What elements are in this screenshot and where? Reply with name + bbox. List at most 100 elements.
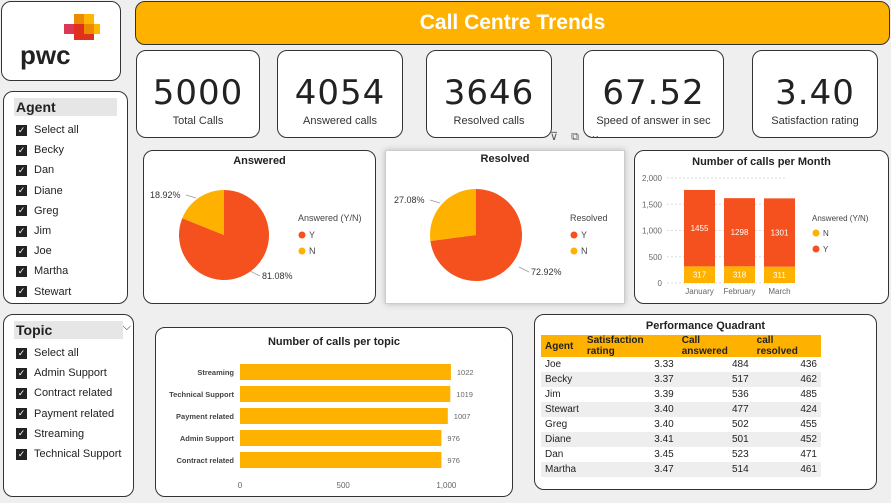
slicer-item-label: Admin Support [34,367,107,380]
checkbox-checked-icon[interactable]: ✓ [16,286,27,298]
table-cell: 436 [800,359,817,370]
table-cell: 452 [752,432,821,447]
table-cell: 536 [731,389,749,400]
visual-header-icons[interactable]: ⊽ ⧉ ⋯ [550,130,599,144]
table-header-cell[interactable]: Agent [541,335,583,357]
checkbox-checked-icon[interactable]: ✓ [16,347,27,359]
checkbox-checked-icon[interactable]: ✓ [16,387,27,399]
checkbox-checked-icon[interactable]: ✓ [16,408,27,420]
checkbox-checked-icon[interactable]: ✓ [16,225,27,237]
bar-data-label: 318 [733,271,747,280]
table-header-cell[interactable]: call resolved [752,335,821,357]
checkbox-checked-icon[interactable]: ✓ [16,265,27,277]
kpi-value: 5000 [152,73,244,113]
topic-slicer-item[interactable]: ✓ Admin Support [4,363,133,383]
table-cell: Becky [541,372,583,387]
x-tick-label: February [723,287,755,296]
logo-card: pwc [1,1,121,81]
pie-data-label: 72.92% [531,267,562,277]
agent-slicer-item[interactable]: ✓ Greg [4,201,127,221]
agent-slicer-item[interactable]: ✓ Dan [4,160,127,180]
kpi-label: Answered calls [303,115,377,127]
slicer-item-label: Payment related [34,407,115,420]
slicer-item-label: Greg [34,204,59,217]
checkbox-checked-icon[interactable]: ✓ [16,185,27,197]
table-cell: 523 [731,449,749,460]
bar[interactable] [240,430,442,446]
checkbox-checked-icon[interactable]: ✓ [16,124,27,136]
performance-quadrant-table: Performance Quadrant Agent Satisfaction r… [534,314,877,490]
bar-data-label: 1301 [771,229,789,238]
table-cell: Greg [545,419,568,430]
checkbox-checked-icon[interactable]: ✓ [16,448,27,460]
topic-slicer-item[interactable]: ✓ Contract related [4,383,133,403]
legend-marker [298,247,306,255]
kpi-value: 3646 [443,73,535,113]
kpi-speed-of-answer: 67.52 Speed of answer in sec [583,50,724,138]
agent-slicer-item[interactable]: ✓ Jim [4,221,127,241]
bar-data-label: 1007 [454,412,471,421]
table-header-cell[interactable]: Satisfaction rating [582,335,678,357]
topic-slicer-item[interactable]: ✓ Streaming [4,424,133,444]
kpi-label: Total Calls [172,115,224,127]
kpi-total-calls: 5000 Total Calls [136,50,260,138]
focus-mode-icon[interactable]: ⧉ [571,131,579,143]
bar[interactable] [240,452,442,468]
topic-slicer-item[interactable]: ✓ Technical Support [4,444,133,464]
chart-title: Number of calls per Month [692,156,831,168]
table-cell: 514 [677,462,753,477]
agent-slicer-item[interactable]: ✓ Select all [4,120,127,140]
table-cell: Joe [545,359,562,370]
bar-data-label: 1019 [456,390,473,399]
x-tick-label: 500 [337,481,351,490]
checkbox-checked-icon[interactable]: ✓ [16,245,27,257]
table-cell: 471 [800,449,817,460]
legend-label: Y [823,245,829,254]
quadrant-table: Agent Satisfaction rating Call answered cal… [541,335,821,477]
chevron-down-icon[interactable]: ⌵ [123,321,131,334]
topic-slicer-item[interactable]: ✓ Payment related [4,404,133,424]
legend-title: Resolved [570,213,608,223]
x-tick-label: January [685,287,713,296]
bar-data-label: 1022 [457,368,474,377]
agent-slicer-item[interactable]: ✓ Becky [4,140,127,160]
kpi-label: Satisfaction rating [771,115,859,127]
checkbox-checked-icon[interactable]: ✓ [16,164,27,176]
pie-slice-n[interactable] [430,189,476,241]
x-tick-label: 1,000 [436,481,457,490]
filter-icon[interactable]: ⊽ [550,131,558,143]
legend-marker [812,229,820,237]
legend-label: N [823,229,829,238]
more-options-icon[interactable]: ⋯ [588,131,599,143]
topic-slicer-item[interactable]: ✓ Select all [4,343,133,363]
table-cell: 3.47 [582,462,678,477]
kpi-satisfaction-rating: 3.40 Satisfaction rating [752,50,878,138]
chart-title: Number of calls per topic [267,336,401,348]
table-cell: 3.39 [654,389,674,400]
bar[interactable] [240,408,448,424]
calls-per-month-chart: Number of calls per Month 0 500 1,000 1,500… [634,150,889,304]
kpi-value: 3.40 [775,73,855,113]
agent-slicer-item[interactable]: ✓ Martha [4,261,127,281]
checkbox-checked-icon[interactable]: ✓ [16,205,27,217]
table-title: Performance Quadrant [645,320,766,332]
leader-line [185,194,197,199]
agent-slicer-item[interactable]: ✓ Joe [4,241,127,261]
bar[interactable] [240,364,451,380]
table-cell: 3.40 [582,402,678,417]
table-row: Joe 3.33 484 436 [541,357,821,372]
checkbox-checked-icon[interactable]: ✓ [16,367,27,379]
pie-data-label: 81.08% [262,271,293,281]
checkbox-checked-icon[interactable]: ✓ [16,144,27,156]
table-header-cell[interactable]: Call answered [677,335,753,357]
bar[interactable] [240,386,451,402]
table-cell: 484 [731,359,749,370]
table-cell: 462 [752,372,821,387]
checkbox-checked-icon[interactable]: ✓ [16,428,27,440]
agent-slicer-item[interactable]: ✓ Stewart [4,282,127,302]
slicer-item-label: Diane [34,184,63,197]
legend-label: N [581,246,588,256]
bar-data-label: 317 [693,271,707,280]
legend-label: Y [309,230,315,240]
agent-slicer-item[interactable]: ✓ Diane [4,181,127,201]
